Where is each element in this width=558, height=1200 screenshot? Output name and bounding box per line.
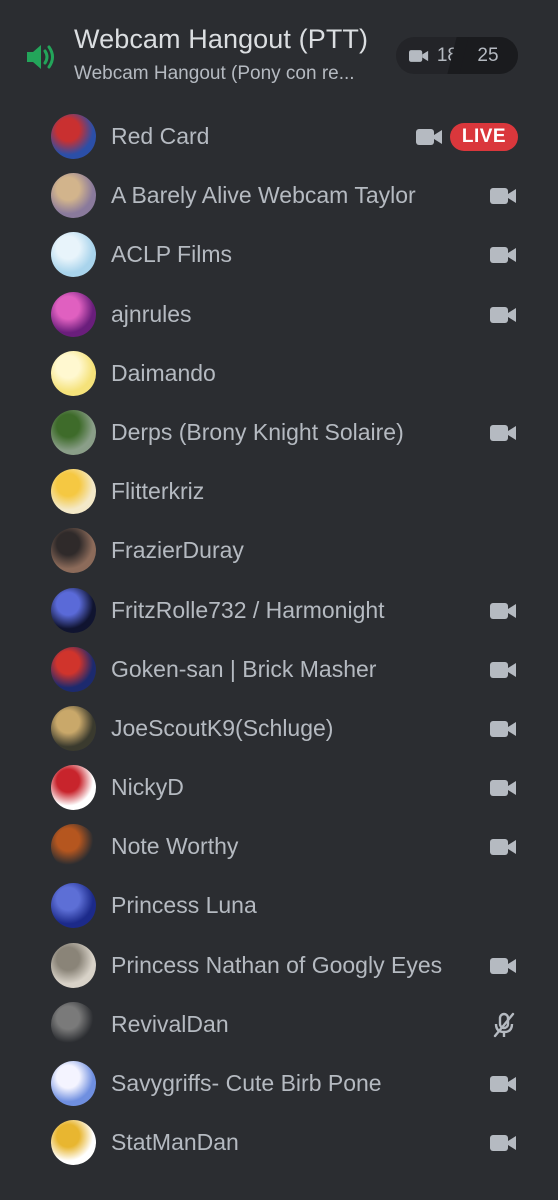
member-row[interactable]: Daimando: [0, 344, 558, 403]
member-name: StatManDan: [111, 1129, 239, 1156]
avatar[interactable]: [51, 350, 96, 396]
member-row[interactable]: ACLP Films: [0, 225, 558, 284]
avatar[interactable]: [51, 1120, 96, 1166]
member-row[interactable]: Princess Luna: [0, 876, 558, 935]
video-camera-icon: [490, 245, 517, 265]
video-camera-icon: [490, 1133, 517, 1153]
live-badge[interactable]: LIVE: [450, 123, 518, 151]
member-row[interactable]: NickyD: [0, 758, 558, 817]
member-name: A Barely Alive Webcam Taylor: [111, 182, 416, 209]
channel-header[interactable]: Webcam Hangout (PTT) Webcam Hangout (Pon…: [0, 0, 558, 105]
member-name: Note Worthy: [111, 833, 239, 860]
member-name: Flitterkriz: [111, 478, 205, 505]
member-row[interactable]: JoeScoutK9(Schluge): [0, 699, 558, 758]
avatar[interactable]: [51, 291, 96, 337]
avatar[interactable]: [51, 1001, 96, 1047]
member-row[interactable]: Red Card LIVE: [0, 107, 558, 166]
member-list: Red Card LIVE A Barely Alive Webcam Taylor…: [0, 107, 558, 1172]
member-name: Red Card: [111, 123, 210, 149]
speaker-volume-icon: [27, 45, 54, 69]
channel-subtitle: Webcam Hangout (Pony con re...: [74, 63, 355, 84]
avatar[interactable]: [51, 765, 96, 811]
member-name: Goken-san | Brick Masher: [111, 655, 377, 682]
member-row[interactable]: Flitterkriz: [0, 462, 558, 521]
video-camera-icon: [490, 956, 517, 976]
video-camera-icon: [490, 186, 517, 206]
avatar[interactable]: [51, 528, 96, 574]
member-name: NickyD: [111, 774, 184, 801]
member-row[interactable]: A Barely Alive Webcam Taylor: [0, 166, 558, 225]
avatar[interactable]: [51, 1061, 96, 1106]
avatar[interactable]: [51, 646, 96, 692]
video-camera-icon: [490, 719, 517, 739]
microphone-muted-icon: [492, 1012, 516, 1038]
member-name: RevivalDan: [111, 1010, 229, 1037]
video-camera-icon: [490, 778, 517, 798]
avatar[interactable]: [51, 232, 96, 278]
member-row[interactable]: ajnrules: [0, 285, 558, 344]
member-name: Savygriffs- Cute Birb Pone: [111, 1070, 382, 1096]
avatar[interactable]: [51, 469, 96, 515]
video-camera-icon: [490, 305, 517, 325]
avatar[interactable]: [51, 883, 96, 929]
member-name: Daimando: [111, 359, 216, 386]
avatar[interactable]: [51, 114, 96, 159]
video-camera-icon: [490, 601, 517, 621]
member-row[interactable]: Derps (Brony Knight Solaire): [0, 403, 558, 462]
channel-title: Webcam Hangout (PTT): [74, 24, 369, 54]
member-row[interactable]: Princess Nathan of Googly Eyes: [0, 936, 558, 995]
avatar[interactable]: [51, 824, 96, 870]
member-name: FrazierDuray: [111, 537, 244, 564]
member-name: FritzRolle732 / Harmonight: [111, 596, 385, 623]
avatar[interactable]: [51, 587, 96, 633]
member-row[interactable]: Savygriffs- Cute Birb Pone: [0, 1054, 558, 1113]
member-count-value: 25: [477, 44, 499, 66]
member-row[interactable]: FritzRolle732 / Harmonight: [0, 581, 558, 640]
avatar[interactable]: [51, 705, 96, 751]
member-count: 25: [458, 37, 518, 74]
video-camera-icon: [490, 837, 517, 857]
avatar[interactable]: [51, 173, 96, 219]
video-camera-icon: [490, 660, 517, 680]
video-camera-icon: [490, 423, 517, 443]
member-row[interactable]: Goken-san | Brick Masher: [0, 640, 558, 699]
avatar[interactable]: [51, 409, 96, 455]
member-name: Derps (Brony Knight Solaire): [111, 418, 404, 445]
video-camera-icon: [409, 49, 429, 62]
video-camera-icon: [490, 1074, 517, 1094]
member-row[interactable]: StatManDan: [0, 1113, 558, 1172]
avatar[interactable]: [51, 942, 96, 988]
member-name: Princess Nathan of Googly Eyes: [111, 951, 443, 978]
member-row[interactable]: FrazierDuray: [0, 521, 558, 580]
video-camera-icon: [416, 127, 443, 147]
member-name: Princess Luna: [111, 892, 257, 919]
member-row[interactable]: Note Worthy: [0, 817, 558, 876]
member-name: ajnrules: [111, 300, 192, 327]
member-name: ACLP Films: [111, 241, 232, 268]
member-name: JoeScoutK9(Schluge): [111, 714, 334, 741]
participant-counter: 18 25: [396, 37, 518, 74]
member-row[interactable]: RevivalDan: [0, 995, 558, 1054]
